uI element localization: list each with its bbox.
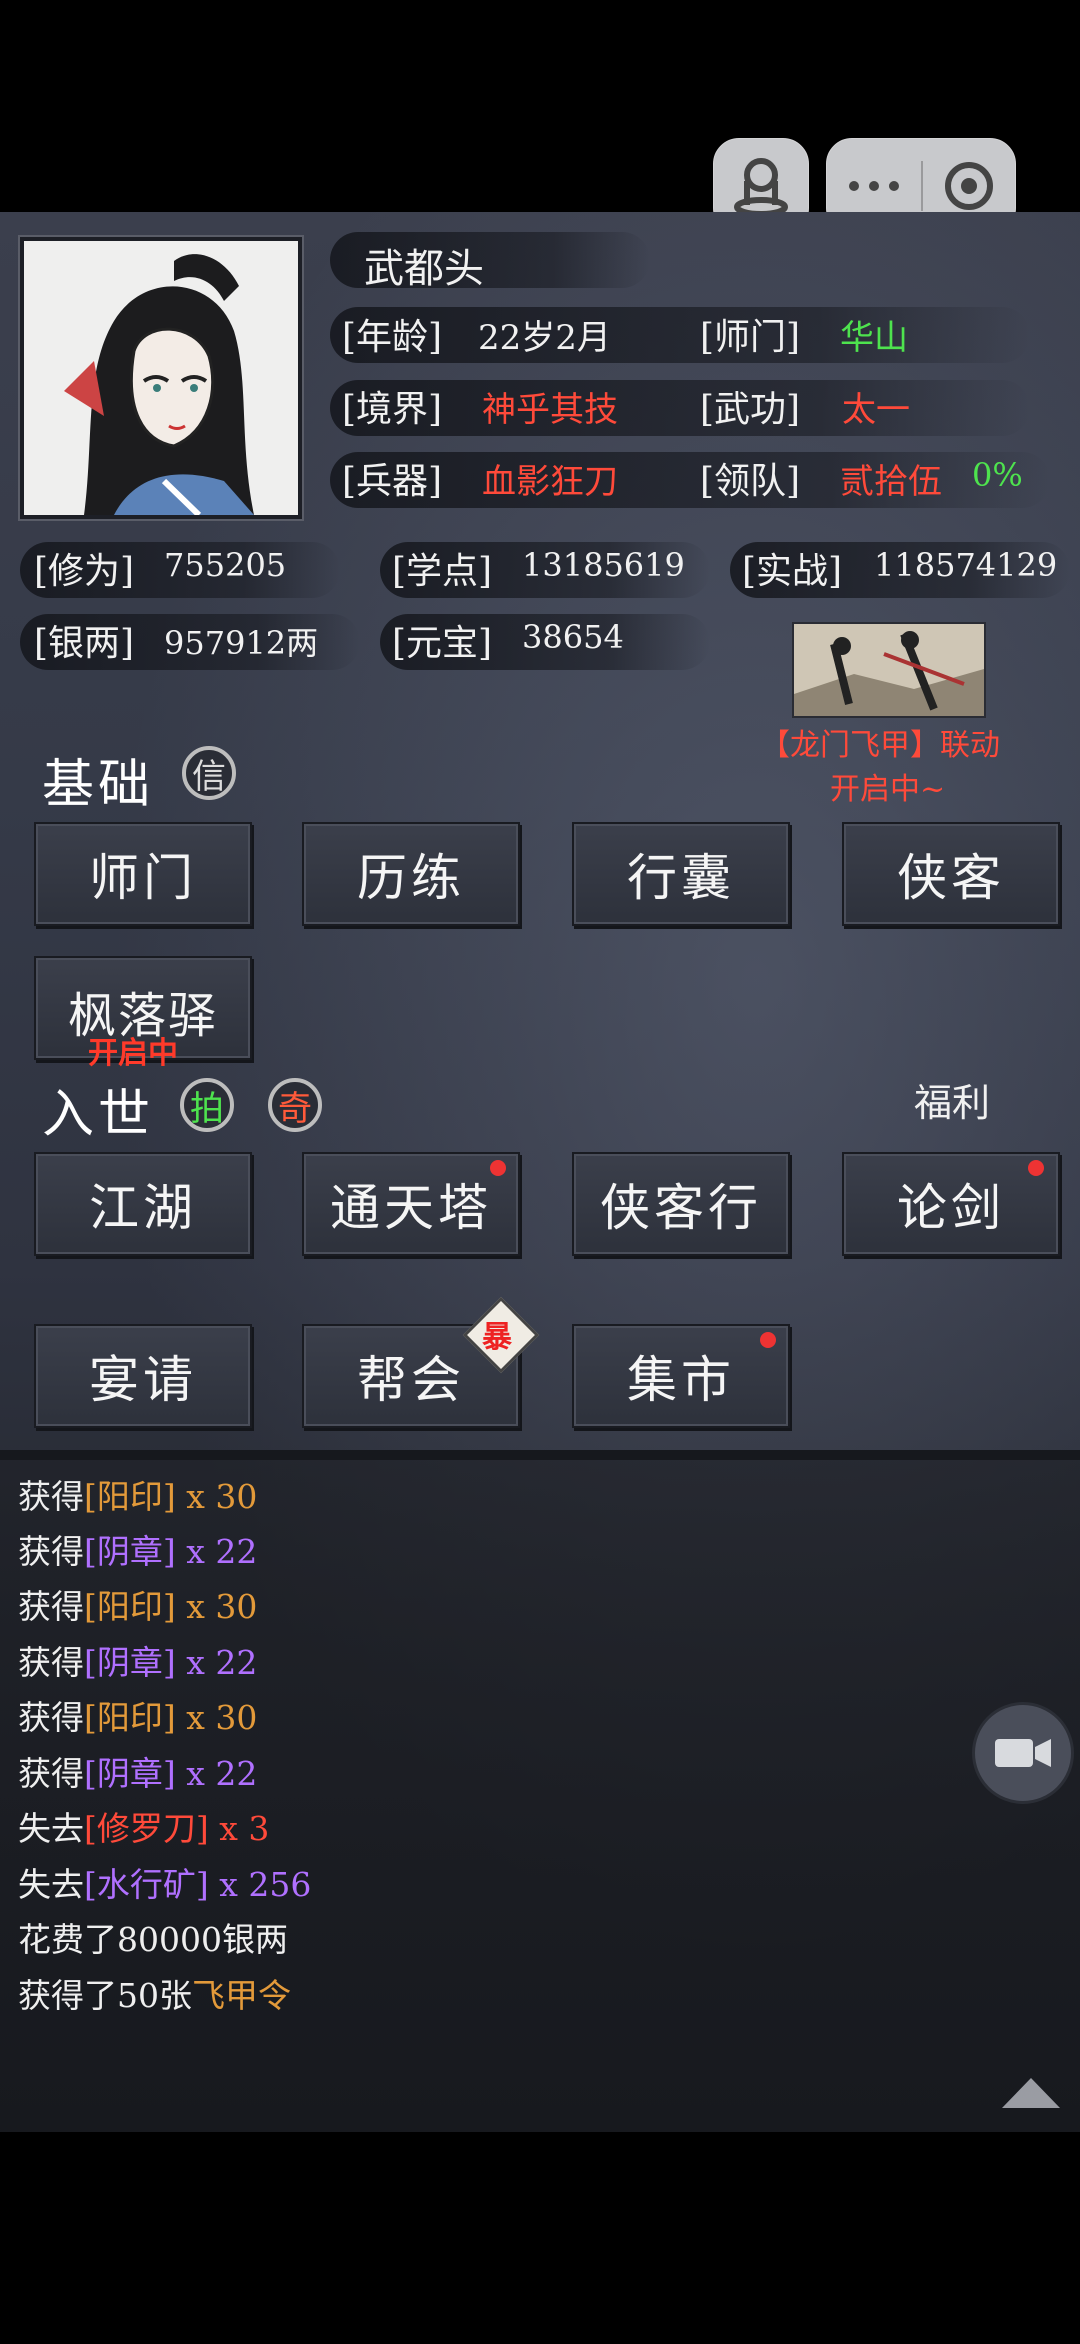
combat-label: [实战]	[742, 551, 843, 592]
video-camera-icon	[995, 1739, 1051, 1767]
school-button[interactable]: 师门	[34, 822, 252, 926]
log-line: 失去[修罗刀] x 3	[18, 1809, 270, 1848]
cultivation-label: [修为]	[34, 551, 135, 592]
hero-journey-button[interactable]: 侠客行	[572, 1152, 790, 1256]
rare-badge[interactable]: 奇	[268, 1078, 322, 1132]
log-line: 获得[阴章] x 22	[18, 1643, 258, 1682]
bag-button[interactable]: 行囊	[572, 822, 790, 926]
training-button[interactable]: 历练	[302, 822, 520, 926]
ingot-label: [元宝]	[392, 623, 493, 664]
log-line: 失去[水行矿] x 256	[18, 1865, 312, 1904]
log-line: 获得了50张飞甲令	[18, 1976, 291, 2015]
world-section-title: 入世	[42, 1085, 155, 1145]
age-label: [年龄]	[342, 317, 443, 358]
character-name: 武都头	[364, 246, 484, 292]
log-panel[interactable]: 获得[阳印] x 30 获得[阴章] x 22 获得[阳印] x 30 获得[阴…	[0, 1460, 1080, 2132]
school-label: [师门]	[700, 317, 801, 358]
silver-value: 957912两	[164, 624, 319, 662]
study-value: 13185619	[522, 546, 685, 584]
team-percent: 0%	[972, 456, 1023, 494]
log-line: 获得[阳印] x 30	[18, 1698, 258, 1737]
silver-label: [银两]	[34, 623, 135, 664]
market-button[interactable]: 集市	[572, 1324, 790, 1428]
weapon-label: [兵器]	[342, 461, 443, 502]
game-screen: 武都头 [年龄] 22岁2月 [师门] 华山 [境界] 神乎其技 [武功] 太一…	[0, 212, 1080, 2132]
ingot-value: 38654	[522, 618, 624, 656]
record-button[interactable]	[972, 1702, 1074, 1804]
log-line: 获得[阴章] x 22	[18, 1754, 258, 1793]
event-banner-image	[794, 624, 984, 716]
event-banner[interactable]	[792, 622, 986, 718]
basic-section-title: 基础	[42, 755, 155, 815]
more-dots-icon	[849, 181, 899, 191]
tower-button[interactable]: 通天塔	[302, 1152, 520, 1256]
cultivation-value: 755205	[164, 546, 287, 584]
realm-value[interactable]: 神乎其技	[482, 382, 618, 431]
jianghu-button[interactable]: 江湖	[34, 1152, 252, 1256]
log-line: 花费了80000银两	[18, 1920, 288, 1959]
log-line: 获得[阴章] x 22	[18, 1532, 258, 1571]
character-portrait-image	[24, 241, 298, 518]
mail-badge[interactable]: 信	[182, 746, 236, 800]
maple-station-status: 开启中	[88, 1036, 178, 1071]
school-value[interactable]: 华山	[840, 310, 908, 359]
tower-notice-dot	[490, 1160, 506, 1176]
age-value: 22岁2月	[478, 318, 611, 358]
study-label: [学点]	[392, 551, 493, 592]
team-label: [领队]	[700, 461, 801, 502]
event-line-1[interactable]: 【龙门飞甲】联动	[760, 720, 1000, 764]
market-notice-dot	[760, 1332, 776, 1348]
triangle-up-icon	[1002, 2078, 1060, 2108]
log-line: 获得[阳印] x 30	[18, 1587, 258, 1626]
duel-notice-dot	[1028, 1160, 1044, 1176]
weapon-value[interactable]: 血影狂刀	[482, 454, 618, 503]
skill-value[interactable]: 太一	[842, 382, 910, 431]
hero-button[interactable]: 侠客	[842, 822, 1060, 926]
auction-badge[interactable]: 拍	[180, 1078, 234, 1132]
welfare-link[interactable]: 福利	[914, 1072, 990, 1127]
team-value[interactable]: 贰拾伍	[840, 454, 942, 503]
character-avatar[interactable]	[20, 237, 302, 519]
guild-burst-text: 暴	[482, 1320, 512, 1355]
log-divider	[0, 1450, 1080, 1460]
banquet-button[interactable]: 宴请	[34, 1324, 252, 1428]
realm-label: [境界]	[342, 389, 443, 430]
event-line-2[interactable]: 开启中~	[830, 764, 945, 808]
log-line: 获得[阳印] x 30	[18, 1477, 258, 1516]
combat-value: 118574129	[874, 546, 1058, 584]
skill-label: [武功]	[700, 389, 801, 430]
close-target-icon	[945, 162, 993, 210]
scroll-top-button[interactable]	[998, 2072, 1064, 2112]
